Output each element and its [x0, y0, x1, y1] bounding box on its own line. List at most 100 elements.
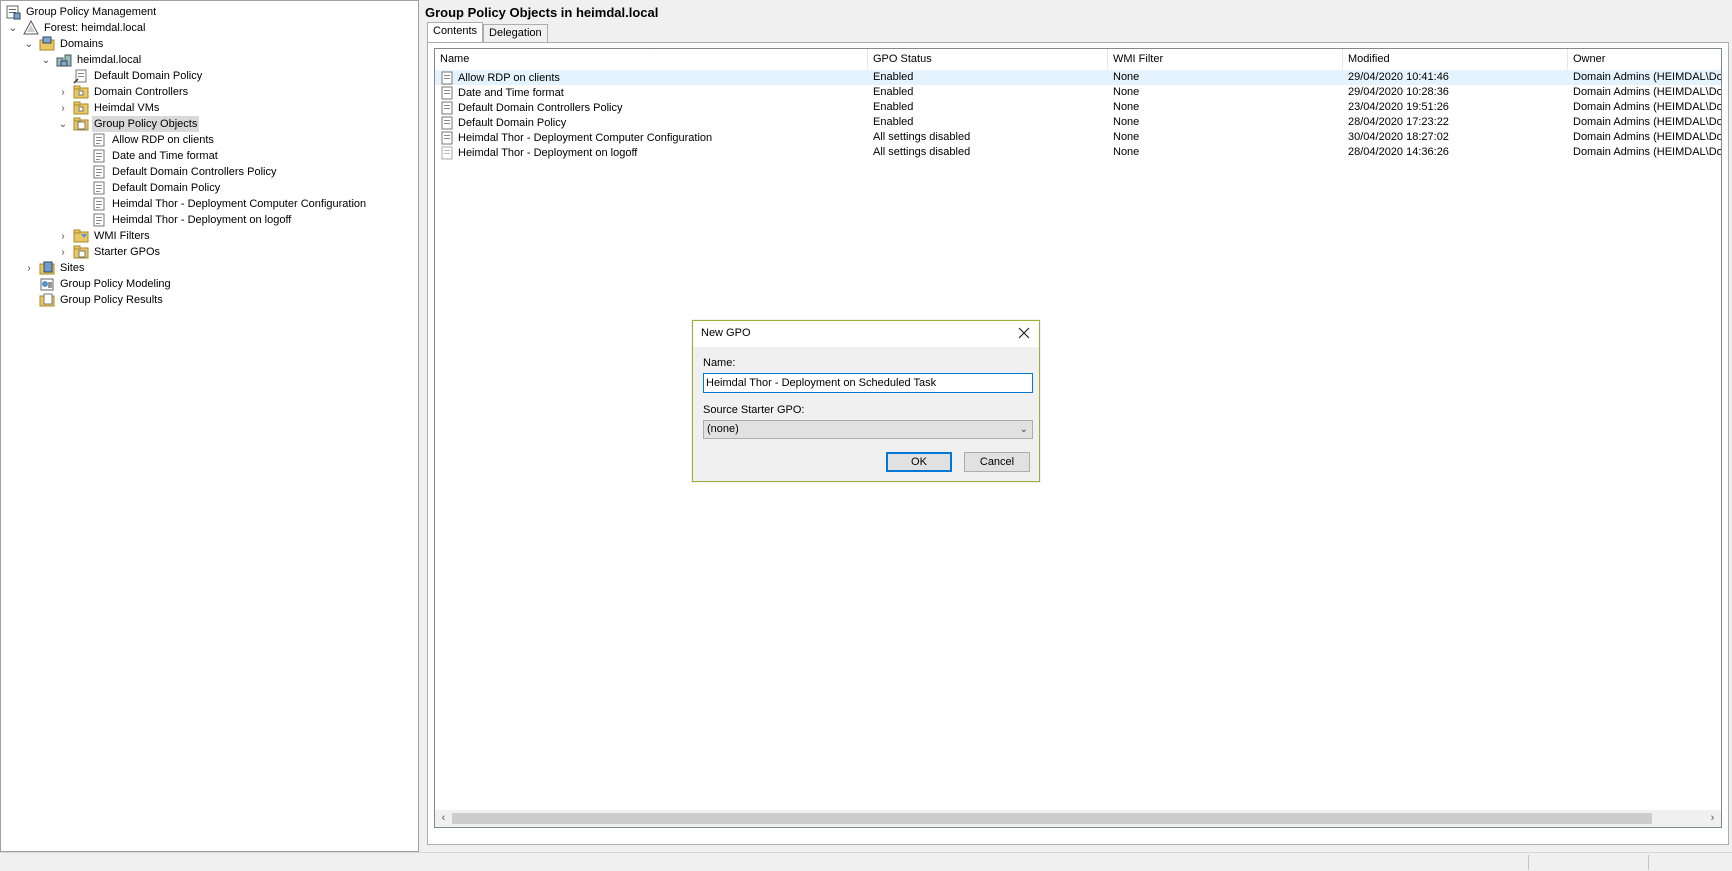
tree-item-results[interactable]: Group Policy Results	[23, 292, 165, 308]
cell-modified: 23/04/2020 19:51:26	[1348, 101, 1449, 113]
tree-item-heimdal-vms[interactable]: › Heimdal VMs	[57, 100, 161, 116]
gpo-scroll-icon	[91, 132, 107, 148]
column-header-wmi-filter[interactable]: WMI Filter	[1108, 49, 1343, 69]
column-header-owner[interactable]: Owner	[1568, 49, 1721, 69]
cell-name: Default Domain Controllers Policy	[458, 101, 623, 114]
gpo-scroll-icon	[91, 212, 107, 228]
gpo-list[interactable]: ⌃ Name GPO Status WMI Filter Modified Ow…	[434, 48, 1722, 828]
table-row[interactable]: Heimdal Thor - Deployment on logoff All …	[435, 145, 1721, 161]
tree-item-forest[interactable]: ⌄ Forest: heimdal.local	[7, 20, 148, 36]
cell-wmi: None	[1113, 101, 1140, 113]
name-label: Name:	[703, 357, 736, 369]
new-gpo-dialog: New GPO Name: Source Starter GPO: (none)…	[692, 320, 1040, 482]
tree-label: WMI Filters	[94, 230, 150, 242]
tree-item-sites[interactable]: › Sites	[23, 260, 86, 276]
chevron-right-icon[interactable]: ›	[57, 84, 69, 100]
tree-label-forest: Forest: heimdal.local	[44, 22, 146, 34]
column-header-gpo-status[interactable]: GPO Status	[868, 49, 1108, 69]
table-row[interactable]: Heimdal Thor - Deployment Computer Confi…	[435, 130, 1721, 146]
table-row[interactable]: Default Domain Policy Enabled None 28/04…	[435, 115, 1721, 131]
ok-button[interactable]: OK	[886, 452, 952, 472]
starter-gpo-select[interactable]: (none) ⌄	[703, 420, 1033, 439]
tree-label: Default Domain Controllers Policy	[112, 166, 277, 178]
cell-name: Allow RDP on clients	[458, 71, 560, 84]
cell-wmi: None	[1113, 86, 1140, 98]
chevron-right-icon[interactable]: ›	[23, 260, 35, 276]
horizontal-scrollbar[interactable]: ‹ ›	[435, 810, 1721, 827]
dialog-titlebar[interactable]: New GPO	[693, 321, 1039, 347]
cell-modified: 28/04/2020 14:36:26	[1348, 146, 1449, 158]
cell-owner: Domain Admins (HEIMDAL\Dom	[1573, 101, 1722, 113]
tree-item-group-policy-objects[interactable]: ⌄ Group Policy Objects	[57, 116, 200, 132]
tree-label: Heimdal Thor - Deployment Computer Confi…	[112, 198, 367, 210]
tree-item-domain-controllers[interactable]: › Domain Controllers	[57, 84, 190, 100]
cell-status: Enabled	[873, 71, 914, 83]
cell-name: Date and Time format	[458, 86, 564, 99]
cancel-button[interactable]: Cancel	[964, 452, 1030, 472]
table-row[interactable]: Default Domain Controllers Policy Enable…	[435, 100, 1722, 115]
cell-name: Heimdal Thor - Deployment on logoff	[458, 146, 638, 159]
table-row[interactable]: Date and Time format Enabled None 29/04/…	[435, 85, 1721, 100]
tree-label-domains: Domains	[60, 38, 104, 50]
gpo-link-icon	[73, 68, 89, 84]
tree-label-domain: heimdal.local	[77, 54, 142, 66]
tree-item-domains[interactable]: ⌄ Domains	[23, 36, 105, 52]
status-divider	[1528, 855, 1529, 870]
tree-label: Group Policy Objects	[92, 116, 200, 132]
chevron-right-icon[interactable]: ›	[57, 228, 69, 244]
gpo-scroll-icon	[91, 164, 107, 180]
gpo-scroll-icon	[439, 145, 455, 161]
column-header-name[interactable]: Name	[435, 49, 868, 69]
chevron-down-icon[interactable]: ⌄	[23, 36, 35, 52]
gpo-scroll-icon	[439, 115, 455, 131]
gpo-name-input[interactable]	[703, 373, 1033, 393]
tree-item-starter-gpos[interactable]: › Starter GPOs	[57, 244, 162, 260]
gpo-scroll-icon	[91, 196, 107, 212]
chevron-down-icon: ⌄	[1019, 424, 1028, 435]
chevron-down-icon[interactable]: ⌄	[7, 20, 19, 36]
gpo-scroll-icon	[439, 130, 455, 146]
chevron-down-icon[interactable]: ⌄	[40, 52, 52, 68]
tree-item-gpo[interactable]: Default Domain Controllers Policy	[75, 164, 278, 180]
tree-item-wmi-filters[interactable]: › WMI Filters	[57, 228, 152, 244]
scroll-left-icon[interactable]: ‹	[435, 810, 452, 827]
cell-modified: 30/04/2020 18:27:02	[1348, 131, 1449, 143]
tree-item-gpo[interactable]: Default Domain Policy	[75, 180, 222, 196]
cell-wmi: None	[1113, 116, 1140, 128]
tab-contents[interactable]: Contents	[427, 22, 484, 42]
domains-icon	[39, 36, 55, 52]
cell-status: Enabled	[873, 86, 914, 98]
chevron-down-icon[interactable]: ⌄	[57, 116, 69, 132]
tree-item-gpo[interactable]: Heimdal Thor - Deployment Computer Confi…	[75, 196, 368, 212]
tree-item-modeling[interactable]: Group Policy Modeling	[23, 276, 173, 292]
modeling-icon	[39, 276, 55, 292]
column-header-modified[interactable]: Modified	[1343, 49, 1568, 69]
tree-item-domain[interactable]: ⌄ heimdal.local	[40, 52, 143, 68]
gpo-folder-icon	[73, 116, 89, 132]
cell-wmi: None	[1113, 71, 1140, 83]
domain-icon	[56, 52, 72, 68]
scroll-right-icon[interactable]: ›	[1704, 810, 1721, 827]
scroll-thumb[interactable]	[452, 813, 1652, 824]
chevron-right-icon[interactable]: ›	[57, 244, 69, 260]
cell-status: Enabled	[873, 101, 914, 113]
tree-item-gpo[interactable]: Date and Time format	[75, 148, 220, 164]
cell-modified: 29/04/2020 10:28:36	[1348, 86, 1449, 98]
status-bar	[0, 852, 1732, 871]
console-tree[interactable]: Group Policy Management ⌄ Forest: heimda…	[0, 0, 419, 852]
tree-item-default-domain-policy-link[interactable]: Default Domain Policy	[57, 68, 204, 84]
tree-item-gpo[interactable]: Allow RDP on clients	[75, 132, 216, 148]
starter-folder-icon	[73, 244, 89, 260]
ou-folder-icon	[73, 84, 89, 100]
table-row[interactable]: Allow RDP on clients Enabled None 29/04/…	[435, 70, 1722, 85]
tree-item-root[interactable]: Group Policy Management	[5, 4, 158, 20]
tree-item-gpo[interactable]: Heimdal Thor - Deployment on logoff	[75, 212, 293, 228]
close-icon[interactable]	[1015, 324, 1033, 342]
tree-label: Starter GPOs	[94, 246, 161, 258]
tab-delegation[interactable]: Delegation	[483, 24, 548, 42]
cell-modified: 28/04/2020 17:23:22	[1348, 116, 1449, 128]
cell-owner: Domain Admins (HEIMDAL\Dom	[1573, 71, 1722, 83]
tree-label: Domain Controllers	[94, 86, 189, 98]
cell-wmi: None	[1113, 131, 1140, 143]
chevron-right-icon[interactable]: ›	[57, 100, 69, 116]
